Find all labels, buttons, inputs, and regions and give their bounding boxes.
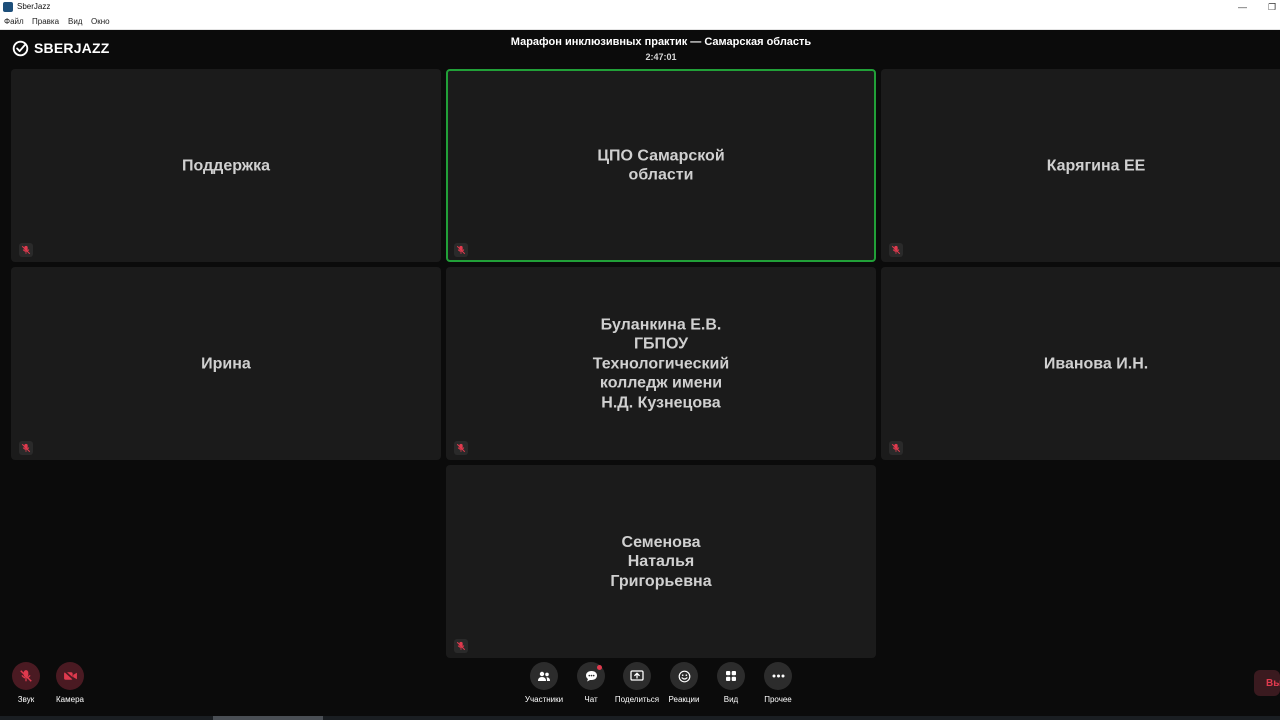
mic-off-icon — [19, 441, 33, 455]
participant-tile[interactable]: Карягина ЕЕ — [881, 69, 1280, 262]
sound-label: Звук — [17, 695, 35, 704]
conference-app: SBERJAZZ Марафон инклюзивных практик — С… — [0, 30, 1280, 720]
chat-button[interactable]: Чат — [577, 662, 605, 704]
participant-tile[interactable]: Поддержка — [11, 69, 441, 262]
participants-button[interactable]: Участники — [524, 662, 564, 704]
scrollbar-thumb[interactable] — [213, 716, 323, 720]
unread-badge — [597, 665, 602, 670]
participant-name: Иванова И.Н. — [1043, 354, 1149, 372]
people-icon[interactable] — [530, 662, 558, 690]
menu-view[interactable]: Вид — [68, 17, 82, 26]
share-screen-icon[interactable] — [623, 662, 651, 690]
share-button[interactable]: Поделиться — [614, 662, 660, 704]
grid-icon[interactable] — [717, 662, 745, 690]
participant-name: Карягина ЕЕ — [1046, 156, 1146, 174]
participant-name: ЦПО Самарской области — [597, 147, 725, 184]
mic-off-icon — [454, 639, 468, 653]
view-button[interactable]: Вид — [717, 662, 745, 704]
restore-icon[interactable]: ❐ — [1268, 1, 1276, 13]
window-titlebar: SberJazz — ❐ — [0, 0, 1280, 15]
window-title: SberJazz — [17, 2, 51, 11]
mic-off-icon[interactable] — [12, 662, 40, 690]
camera-label: Камера — [56, 695, 84, 704]
camera-off-icon[interactable] — [56, 662, 84, 690]
app-icon — [3, 2, 13, 12]
menu-file[interactable]: Файл — [4, 17, 24, 26]
menu-window[interactable]: Окно — [91, 17, 110, 26]
participant-name: Ирина — [201, 354, 251, 372]
participant-tile[interactable]: Буланкина Е.В. ГБПОУ Технологический кол… — [446, 267, 876, 460]
camera-toggle[interactable]: Камера — [56, 662, 84, 704]
chat-bubble-icon[interactable] — [577, 662, 605, 690]
more-dots-icon[interactable] — [764, 662, 792, 690]
smile-icon[interactable] — [670, 662, 698, 690]
mic-off-icon — [19, 243, 33, 257]
chat-label: Чат — [584, 695, 598, 704]
leave-button[interactable]: Вы — [1254, 670, 1280, 696]
reactions-button[interactable]: Реакции — [666, 662, 702, 704]
mic-off-icon — [454, 441, 468, 455]
more-label: Прочее — [764, 695, 792, 704]
participant-tile[interactable]: Иванова И.Н. — [881, 267, 1280, 460]
participant-name: Поддержка — [181, 156, 271, 174]
horizontal-scrollbar[interactable] — [0, 716, 1280, 720]
participant-tile[interactable]: Ирина — [11, 267, 441, 460]
participants-label: Участники — [524, 695, 564, 704]
conference-timer: 2:47:01 — [645, 52, 677, 62]
mic-off-icon — [889, 441, 903, 455]
sound-toggle[interactable]: Звук — [12, 662, 40, 704]
reactions-label: Реакции — [668, 695, 700, 704]
participant-name: Семенова Наталья Григорьевна — [610, 533, 712, 590]
more-button[interactable]: Прочее — [762, 662, 794, 704]
share-label: Поделиться — [614, 695, 660, 704]
view-label: Вид — [723, 695, 739, 704]
minimize-icon[interactable]: — — [1238, 1, 1247, 13]
participant-tile[interactable]: Семенова Наталья Григорьевна — [446, 465, 876, 658]
menu-edit[interactable]: Правка — [32, 17, 59, 26]
participant-name: Буланкина Е.В. ГБПОУ Технологический кол… — [592, 315, 730, 411]
participant-tile-speaking[interactable]: ЦПО Самарской области — [446, 69, 876, 262]
menubar: Файл Правка Вид Окно — [0, 15, 1280, 30]
mic-off-icon — [454, 243, 468, 257]
conference-title: Марафон инклюзивных практик — Самарская … — [510, 36, 812, 48]
mic-off-icon — [889, 243, 903, 257]
